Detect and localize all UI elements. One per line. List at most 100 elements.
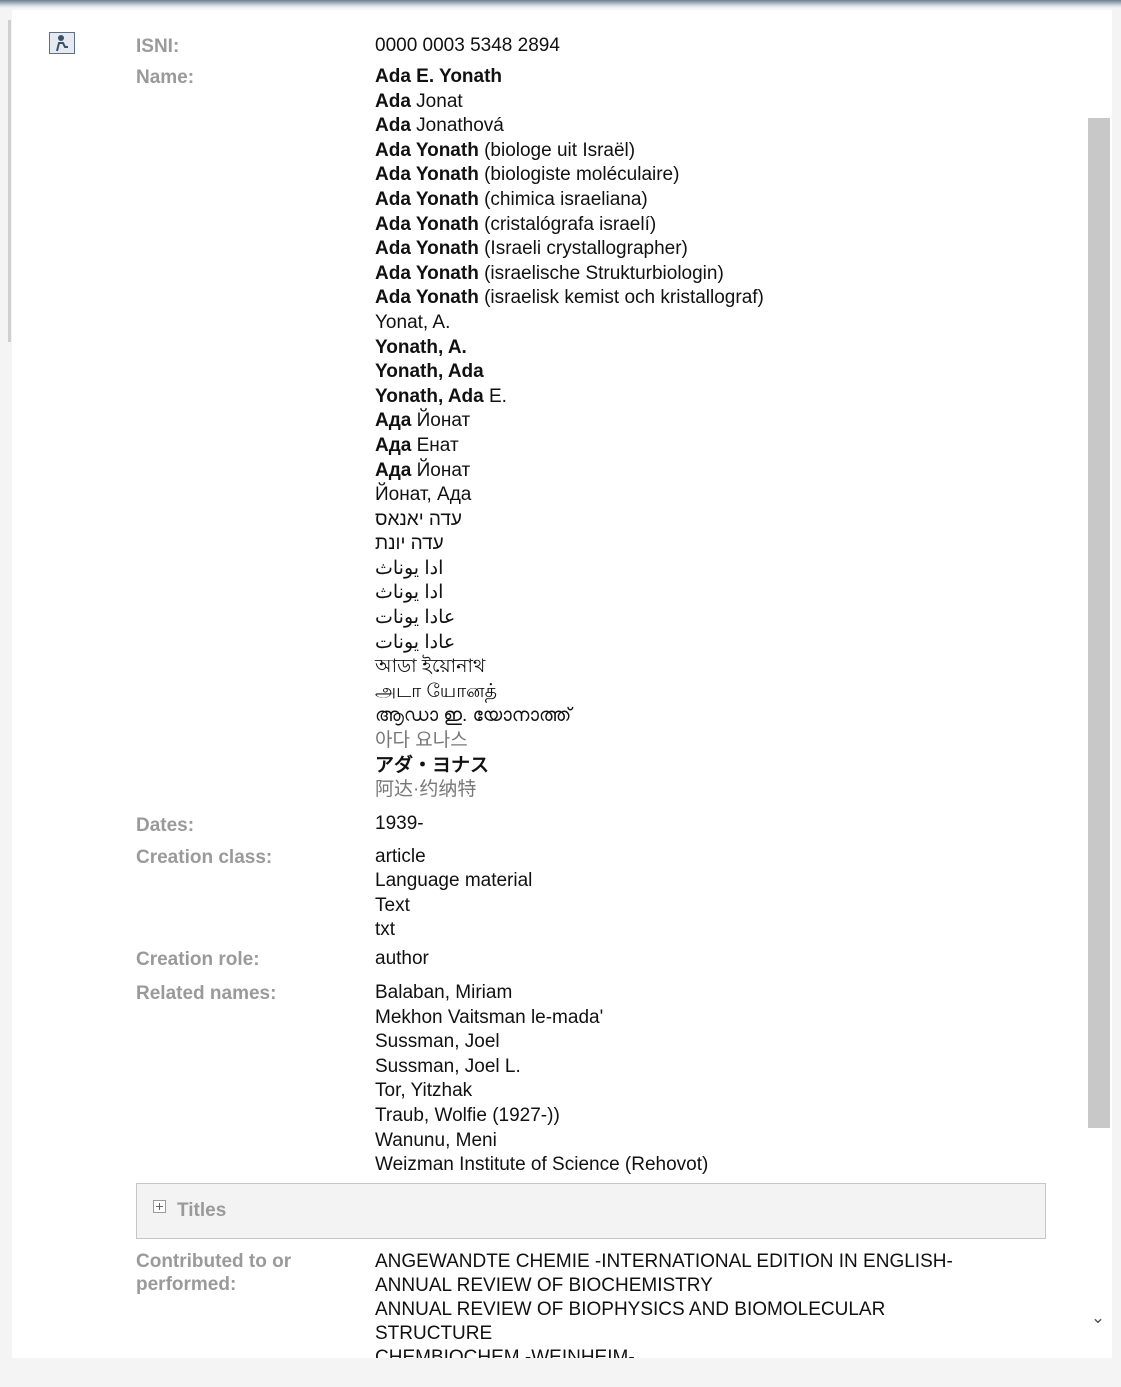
person-icon[interactable] bbox=[49, 32, 75, 54]
name-item: Ada E. Yonath bbox=[375, 65, 764, 90]
name-bold-part: Ada Yonath bbox=[375, 164, 479, 186]
contributed-item: STRUCTURE bbox=[375, 1323, 493, 1344]
name-rest-part: ادا يوناث bbox=[375, 557, 444, 579]
name-bold-part: Ада bbox=[375, 410, 412, 432]
isni-number: 0000 0003 5348 2894 bbox=[375, 35, 560, 56]
titles-label[interactable]: Titles bbox=[177, 1200, 226, 1222]
name-item: 아다 요나스 bbox=[375, 729, 764, 754]
related-name-item: Weizman Institute of Science (Rehovot) bbox=[375, 1154, 709, 1176]
creation-class-item: Language material bbox=[375, 870, 533, 892]
name-rest-part: (israelisk kemist och kristallograf) bbox=[478, 287, 764, 309]
name-item: அடா யோனத் bbox=[375, 680, 764, 705]
name-rest-part: Yonat, A. bbox=[375, 311, 451, 333]
name-rest-part: (biologiste moléculaire) bbox=[478, 164, 680, 186]
bottom-bar bbox=[0, 1358, 1121, 1387]
name-item: 阿达·约纳特 bbox=[375, 778, 764, 803]
isni-value: 0000 0003 5348 2894 bbox=[375, 34, 560, 59]
name-bold-part: Yonath, A. bbox=[375, 336, 467, 358]
name-item: Ada Jonat bbox=[375, 90, 764, 115]
contributed-label-line2: performed: bbox=[136, 1274, 237, 1295]
contributed-item: ANNUAL REVIEW OF BIOCHEMISTRY bbox=[375, 1275, 713, 1296]
dates-text: 1939- bbox=[375, 813, 424, 834]
creation-class-list: article Language material Text txt bbox=[375, 845, 532, 942]
window-top-border bbox=[0, 0, 1121, 8]
name-item: עדה יאנאס bbox=[375, 508, 764, 533]
dates-value: 1939- bbox=[375, 812, 424, 837]
name-bold-part: Ada Yonath bbox=[375, 213, 479, 235]
name-bold-part: Ada bbox=[375, 115, 411, 137]
name-rest-part: (chimica israeliana) bbox=[478, 188, 648, 210]
name-item: ആഡാ ഇ. യോനാത്ത് bbox=[375, 704, 764, 729]
creation-role-item: author bbox=[375, 948, 429, 969]
name-item: Ada Yonath (biologe uit Israël) bbox=[375, 139, 764, 164]
record-panel: ISNI: 0000 0003 5348 2894 Name: Ada E. Y… bbox=[12, 10, 1112, 1358]
titles-section[interactable]: Titles bbox=[136, 1183, 1046, 1239]
creation-class-item: article bbox=[375, 846, 426, 867]
name-item: עדה יונת bbox=[375, 532, 764, 557]
name-item: ادا يوناث bbox=[375, 581, 764, 606]
contributed-list: ANGEWANDTE CHEMIE -INTERNATIONAL EDITION… bbox=[375, 1250, 953, 1358]
name-item: আডা ইয়োনাথ bbox=[375, 655, 764, 680]
name-item: アダ・ヨナス bbox=[375, 754, 764, 779]
related-names-label: Related names: bbox=[136, 983, 277, 1004]
name-item: Ада Йонат bbox=[375, 459, 764, 484]
name-rest-part: Енат bbox=[411, 434, 459, 456]
name-rest-part: عادا يونات bbox=[375, 607, 456, 629]
name-bold-part: Yonath, Ada bbox=[375, 385, 484, 407]
name-item: Йонат, Ада bbox=[375, 483, 764, 508]
dates-label: Dates: bbox=[136, 815, 195, 836]
name-bold-part: Yonath, Ada bbox=[375, 361, 484, 383]
name-item: عادا يونات bbox=[375, 631, 764, 656]
contributed-label: Contributed to or performed: bbox=[136, 1250, 291, 1296]
contributed-item: CHEMBIOCHEM -WEINHEIM- bbox=[375, 1347, 635, 1358]
name-rest-part: 아다 요나스 bbox=[375, 730, 468, 752]
related-name-item: Sussman, Joel L. bbox=[375, 1055, 521, 1077]
contributed-label-line1: Contributed to or bbox=[136, 1251, 292, 1272]
name-bold-part: Ada E. Yonath bbox=[375, 66, 503, 87]
name-rest-part: 阿达·约纳特 bbox=[375, 779, 477, 801]
isni-label: ISNI: bbox=[136, 36, 180, 57]
name-rest-part: E. bbox=[483, 385, 507, 407]
scrollbar-thumb[interactable] bbox=[1088, 118, 1110, 1128]
name-rest-part: Йонат bbox=[411, 410, 471, 432]
related-name-item: Wanunu, Meni bbox=[375, 1129, 497, 1151]
name-rest-part: Йонат bbox=[411, 459, 471, 481]
name-item: Yonath, Ada bbox=[375, 360, 764, 385]
name-rest-part: Jonathová bbox=[410, 115, 504, 137]
contributed-item: ANGEWANDTE CHEMIE -INTERNATIONAL EDITION… bbox=[375, 1251, 953, 1272]
expand-plus-icon[interactable] bbox=[153, 1200, 166, 1213]
creation-class-label: Creation class: bbox=[136, 847, 273, 868]
related-names-list: Balaban, Miriam Mekhon Vaitsman le-mada' S… bbox=[375, 981, 708, 1178]
name-rest-part: عادا يونات bbox=[375, 631, 456, 653]
chevron-down-icon[interactable]: ⌄ bbox=[1088, 1308, 1108, 1328]
name-list: Ada E. Yonath Ada Jonat Ada Jonathová Ada Y… bbox=[375, 65, 764, 803]
name-item: Yonath, A. bbox=[375, 336, 764, 361]
name-rest-part: ആഡാ ഇ. യോനാത്ത് bbox=[375, 705, 572, 727]
name-rest-part: Йонат, Ада bbox=[375, 484, 472, 506]
creation-class-item: txt bbox=[375, 918, 396, 940]
name-bold-part: Ada Yonath bbox=[375, 287, 479, 309]
name-rest-part: அடா யோனத் bbox=[375, 680, 497, 702]
name-item: Ada Jonathová bbox=[375, 114, 764, 139]
creation-class-item: Text bbox=[375, 894, 410, 916]
name-item: Ада Енат bbox=[375, 434, 764, 459]
related-name-item: Sussman, Joel bbox=[375, 1031, 500, 1053]
contributed-item: ANNUAL REVIEW OF BIOPHYSICS AND BIOMOLEC… bbox=[375, 1299, 886, 1320]
name-rest-part: (cristalógrafa israelí) bbox=[478, 213, 657, 235]
related-name-item: Balaban, Miriam bbox=[375, 982, 513, 1003]
name-bold-part: Ada Yonath bbox=[375, 238, 479, 260]
name-bold-part: Ada Yonath bbox=[375, 262, 479, 284]
name-bold-part: Ada Yonath bbox=[375, 188, 479, 210]
name-item: Ada Yonath (israelische Strukturbiologin… bbox=[375, 262, 764, 287]
vertical-scrollbar[interactable]: ⌄ bbox=[1084, 10, 1112, 1358]
name-bold-part: Ada bbox=[375, 90, 411, 112]
name-item: Ada Yonath (biologiste moléculaire) bbox=[375, 163, 764, 188]
name-item: Ada Yonath (Israeli crystallographer) bbox=[375, 237, 764, 262]
related-name-item: Mekhon Vaitsman le-mada' bbox=[375, 1006, 604, 1028]
name-item: Ада Йонат bbox=[375, 409, 764, 434]
name-item: ادا يوناث bbox=[375, 557, 764, 582]
name-rest-part: (biologe uit Israël) bbox=[478, 139, 636, 161]
creation-role-label: Creation role: bbox=[136, 949, 260, 970]
creation-role-list: author bbox=[375, 947, 429, 972]
name-rest-part: (Israeli crystallographer) bbox=[478, 238, 688, 260]
